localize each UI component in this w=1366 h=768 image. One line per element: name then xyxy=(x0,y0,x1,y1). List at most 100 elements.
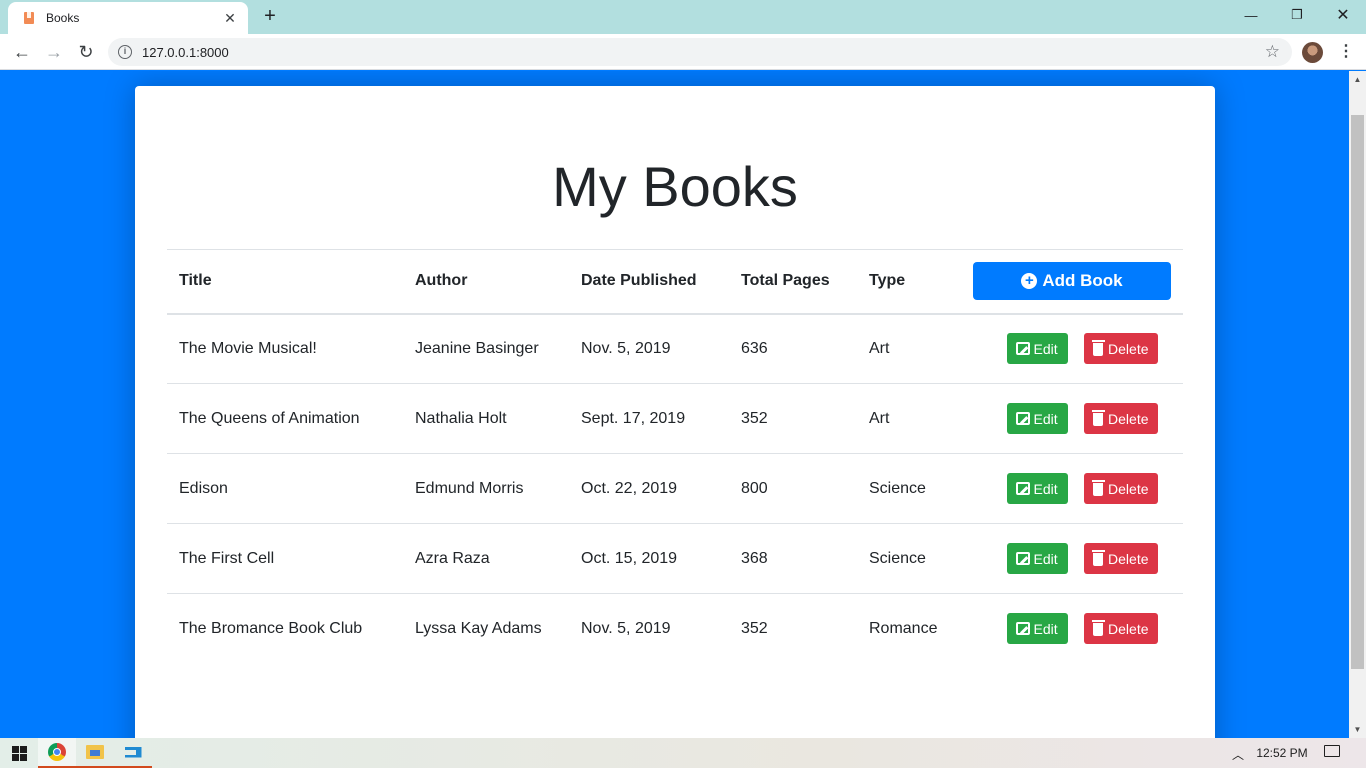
browser-menu-icon[interactable]: ⋮ xyxy=(1338,40,1354,64)
row-actions: Edit Delete xyxy=(961,314,1183,384)
delete-button[interactable]: Delete xyxy=(1083,333,1158,365)
book-title: Edison xyxy=(167,453,403,524)
edit-icon xyxy=(1015,622,1030,636)
column-header-author: Author xyxy=(403,249,569,315)
taskbar-vscode[interactable] xyxy=(114,738,152,768)
book-date: Nov. 5, 2019 xyxy=(569,593,729,664)
book-pages: 352 xyxy=(729,383,857,454)
books-table: Title Author Date Published Total Pages … xyxy=(167,249,1183,664)
notification-icon xyxy=(1324,745,1340,757)
taskbar-file-explorer[interactable] xyxy=(76,738,114,768)
books-card: My Books Title Author Date Published Tot… xyxy=(135,86,1215,738)
url-text[interactable]: 127.0.0.1:8000 xyxy=(142,45,229,60)
taskbar: ︿ 12:52 PM xyxy=(0,738,1366,768)
column-header-type: Type xyxy=(857,249,961,315)
address-bar[interactable]: i 127.0.0.1:8000 ☆ xyxy=(108,38,1292,66)
site-info-icon[interactable]: i xyxy=(118,45,132,59)
edit-label: Edit xyxy=(1033,550,1058,567)
window-restore-button[interactable]: ❐ xyxy=(1274,0,1320,30)
delete-label: Delete xyxy=(1108,410,1149,427)
edit-button[interactable]: Edit xyxy=(1006,473,1068,504)
browser-toolbar: ← → ↻ i 127.0.0.1:8000 ☆ ⋮ xyxy=(0,34,1366,70)
edit-button[interactable]: Edit xyxy=(1006,403,1068,434)
book-date: Oct. 22, 2019 xyxy=(569,453,729,524)
edit-icon xyxy=(1015,482,1030,495)
tray-overflow-chevron-icon[interactable]: ︿ xyxy=(1230,746,1246,762)
column-header-total-pages: Total Pages xyxy=(729,249,857,315)
scroll-up-arrow-icon[interactable]: ▲ xyxy=(1349,71,1366,88)
book-author: Jeanine Basinger xyxy=(415,339,539,357)
scroll-down-arrow-icon[interactable]: ▼ xyxy=(1349,721,1366,738)
book-type: Art xyxy=(869,339,890,357)
profile-avatar[interactable] xyxy=(1302,42,1323,63)
book-date: Sept. 17, 2019 xyxy=(569,383,729,454)
book-pages: 636 xyxy=(741,339,768,357)
chrome-icon xyxy=(48,743,66,761)
delete-button[interactable]: Delete xyxy=(1083,403,1158,434)
row-actions: Edit Delete xyxy=(961,523,1183,594)
book-pages: 368 xyxy=(729,523,857,594)
reload-button[interactable]: ↻ xyxy=(74,40,98,64)
table-row: The First Cell Azra Raza Oct. 15, 2019 3… xyxy=(167,523,1183,594)
delete-label: Delete xyxy=(1108,620,1149,637)
book-author: Azra Raza xyxy=(403,523,569,594)
window-minimize-button[interactable]: — xyxy=(1228,0,1274,30)
browser-tab[interactable]: Books ✕ xyxy=(8,2,248,34)
delete-button[interactable]: Delete xyxy=(1083,473,1158,504)
book-pages: 800 xyxy=(729,453,857,524)
delete-button[interactable]: Delete xyxy=(1083,613,1158,645)
book-type: Science xyxy=(857,453,961,524)
edit-icon xyxy=(1015,552,1030,565)
edit-label: Edit xyxy=(1033,480,1058,497)
edit-button[interactable]: Edit xyxy=(1006,613,1068,645)
taskbar-clock[interactable]: 12:52 PM xyxy=(1252,738,1312,768)
row-actions: Edit Delete xyxy=(961,453,1183,524)
column-header-date-published: Date Published xyxy=(569,249,729,315)
delete-button[interactable]: Delete xyxy=(1083,543,1158,574)
book-date: Nov. 5, 2019 xyxy=(581,339,671,357)
forward-button[interactable]: → xyxy=(42,40,66,64)
book-author: Lyssa Kay Adams xyxy=(403,593,569,664)
edit-icon xyxy=(1015,342,1030,356)
taskbar-chrome[interactable] xyxy=(38,738,76,768)
edit-label: Edit xyxy=(1033,620,1058,637)
add-book-label: Add Book xyxy=(1042,271,1123,291)
bookmark-star-icon[interactable]: ☆ xyxy=(1265,42,1280,62)
add-book-button[interactable]: + Add Book xyxy=(973,262,1171,301)
book-title: The Bromance Book Club xyxy=(167,593,403,664)
scrollbar-thumb[interactable] xyxy=(1351,115,1364,669)
edit-button[interactable]: Edit xyxy=(1006,333,1068,365)
book-date: Oct. 15, 2019 xyxy=(569,523,729,594)
tab-title: Books xyxy=(46,11,80,25)
book-author: Edmund Morris xyxy=(403,453,569,524)
back-button[interactable]: ← xyxy=(10,40,34,64)
table-row: The Bromance Book Club Lyssa Kay Adams N… xyxy=(167,593,1183,664)
page-scrollbar[interactable]: ▲ ▼ xyxy=(1349,71,1366,738)
action-center-button[interactable] xyxy=(1322,745,1342,761)
edit-label: Edit xyxy=(1033,410,1058,427)
vscode-icon xyxy=(125,744,142,761)
book-type: Science xyxy=(857,523,961,594)
row-actions: Edit Delete xyxy=(961,593,1183,664)
tab-close-icon[interactable]: ✕ xyxy=(222,10,238,27)
column-header-actions: + Add Book xyxy=(961,249,1183,315)
table-row: The Movie Musical! Jeanine Basinger Nov.… xyxy=(167,314,1183,384)
edit-icon xyxy=(1015,412,1030,425)
trash-icon xyxy=(1091,410,1104,426)
trash-icon xyxy=(1091,620,1104,637)
book-type: Romance xyxy=(857,593,961,664)
new-tab-button[interactable]: + xyxy=(260,6,280,26)
delete-label: Delete xyxy=(1108,550,1149,567)
plus-circle-icon: + xyxy=(1021,273,1038,290)
book-title: The Movie Musical! xyxy=(179,339,317,357)
file-explorer-icon xyxy=(86,745,104,759)
trash-icon xyxy=(1091,340,1104,357)
delete-label: Delete xyxy=(1108,480,1149,497)
column-header-title: Title xyxy=(167,249,403,315)
window-close-button[interactable]: ✕ xyxy=(1320,0,1366,30)
edit-button[interactable]: Edit xyxy=(1006,543,1068,574)
windows-logo-icon xyxy=(11,745,27,761)
start-button[interactable] xyxy=(0,738,38,768)
delete-label: Delete xyxy=(1108,340,1149,357)
edit-label: Edit xyxy=(1033,340,1058,357)
